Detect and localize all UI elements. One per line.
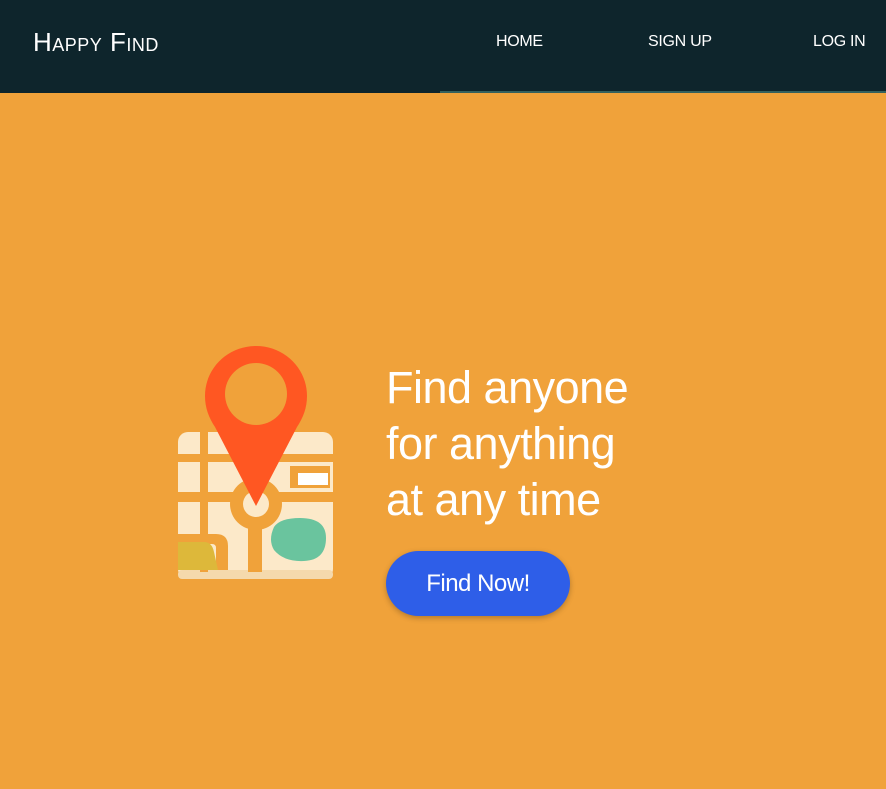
top-navbar: Happy Find HOME SIGN UP LOG IN [0,0,886,93]
hero-headline: Find anyone for anything at any time [386,360,629,528]
nav-link-home[interactable]: HOME [496,32,543,52]
nav-link-log-in[interactable]: LOG IN [813,32,866,52]
headline-line-2: for anything [386,418,616,469]
headline-line-3: at any time [386,474,601,525]
find-now-button[interactable]: Find Now! [386,551,570,616]
map-pin-icon [178,346,333,579]
nav-link-sign-up[interactable]: SIGN UP [648,32,712,52]
brand-logo[interactable]: Happy Find [33,26,159,58]
headline-line-1: Find anyone [386,362,629,413]
